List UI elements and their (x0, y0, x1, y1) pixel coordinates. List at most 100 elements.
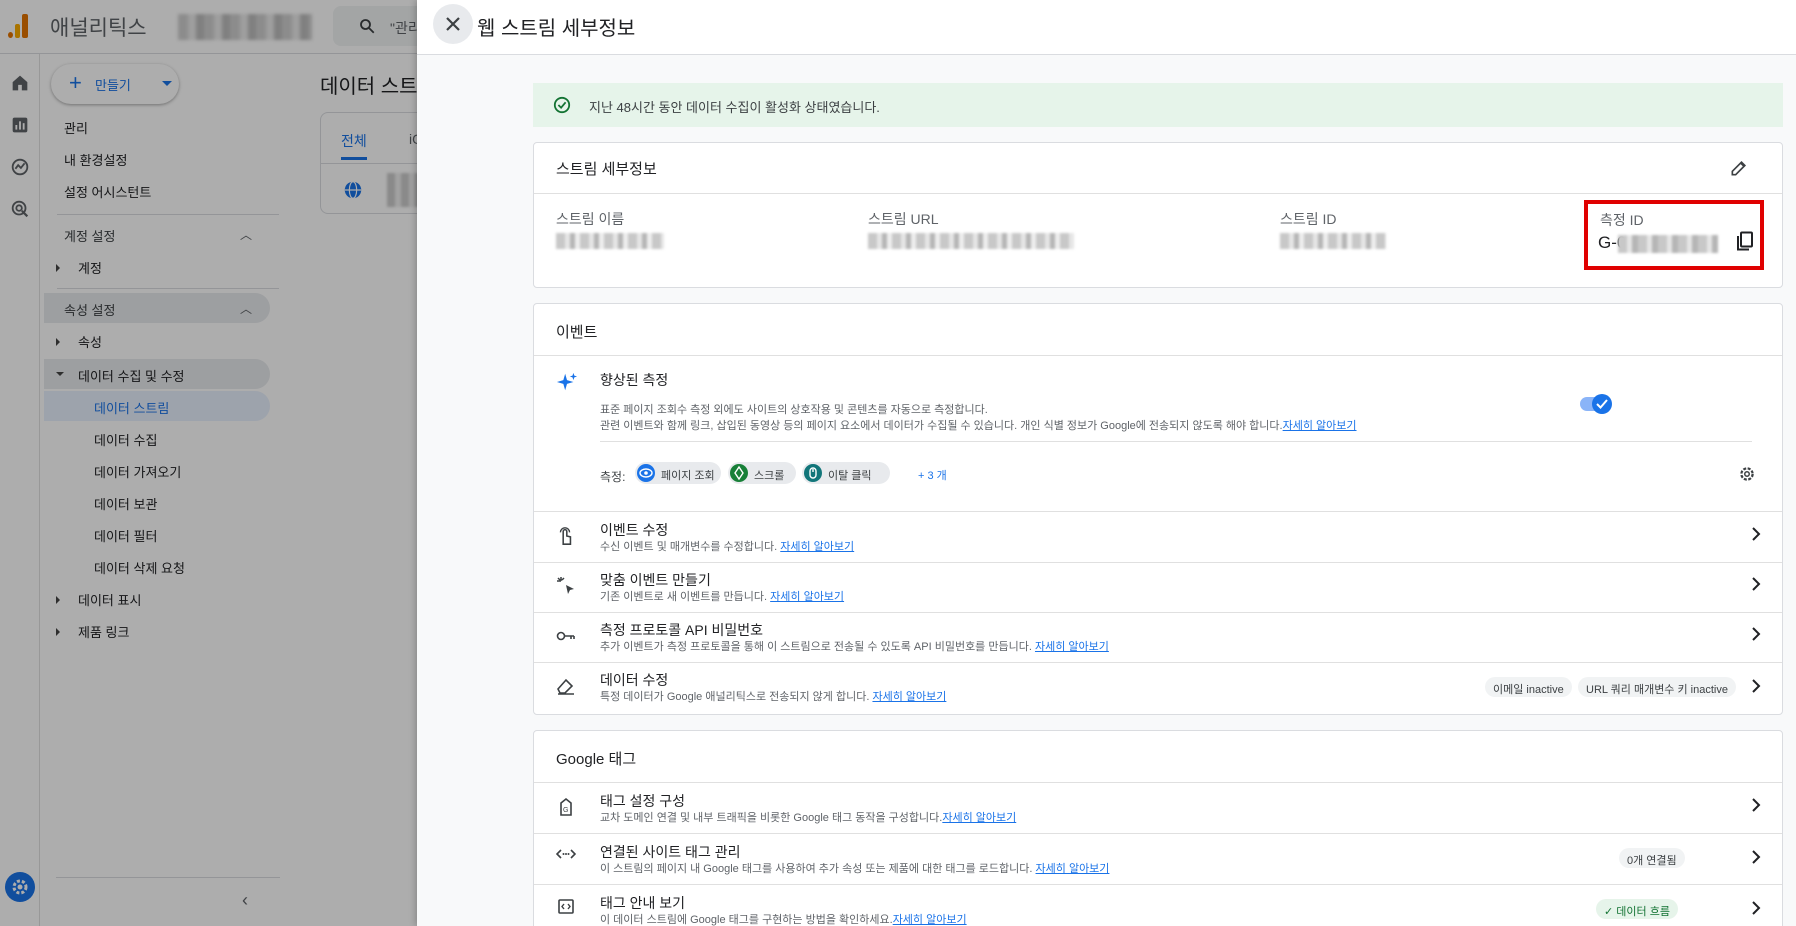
chip-label: 이탈 클릭 (828, 470, 872, 482)
event-row-title[interactable]: 데이터 수정 (600, 670, 668, 690)
divider (534, 662, 1782, 663)
divider (600, 441, 1752, 442)
stream-details-card: 스트림 세부정보 스트림 이름 스트림 URL 스트림 ID 측정 ID G-0 (533, 142, 1783, 288)
sparkle-icon (556, 372, 578, 391)
enhanced-measurement-desc2: 관련 이벤트와 함께 링크, 삽입된 동영상 등의 페이지 요소에서 데이터가 … (600, 417, 1357, 433)
learn-more-link[interactable]: 자세히 알아보기 (1036, 863, 1110, 875)
status-badge: URL 쿼리 매개변수 키 inactive (1578, 677, 1736, 697)
learn-more-link[interactable]: 자세히 알아보기 (872, 691, 946, 703)
copy-icon[interactable] (1736, 231, 1754, 251)
divider (534, 193, 1782, 194)
chip-page-view[interactable]: 페이지 조회 (635, 462, 721, 484)
tag-instructions-icon (558, 899, 574, 914)
event-row-desc: 기존 이벤트로 새 이벤트를 만듭니다. 자세히 알아보기 (600, 588, 844, 604)
measure-label: 측정: (600, 470, 626, 484)
tag-row-desc-text: 이 데이터 스트림에 Google 태그를 구현하는 방법을 확인하세요. (600, 914, 893, 926)
tag-row-desc: 교차 도메인 연결 및 내부 트래픽을 비롯한 Google 태그 동작을 구성… (600, 809, 1016, 825)
chevron-right-icon[interactable] (1750, 798, 1762, 812)
divider (534, 884, 1782, 885)
chip-scroll[interactable]: 스크롤 (728, 462, 796, 484)
tag-row-desc: 이 데이터 스트림에 Google 태그를 구현하는 방법을 확인하세요.자세히… (600, 911, 967, 926)
tag-row-title[interactable]: 태그 설정 구성 (600, 791, 685, 811)
learn-more-link[interactable]: 자세히 알아보기 (942, 812, 1016, 824)
measurement-id-redacted (1618, 235, 1718, 253)
stream-url-label: 스트림 URL (868, 211, 939, 227)
chevron-right-icon[interactable] (1750, 901, 1762, 915)
stream-id-label: 스트림 ID (1280, 211, 1337, 227)
chevron-right-icon[interactable] (1750, 850, 1762, 864)
event-row-title[interactable]: 이벤트 수정 (600, 520, 668, 540)
status-banner: 지난 48시간 동안 데이터 수집이 활성화 상태였습니다. (533, 83, 1783, 127)
divider (534, 782, 1782, 783)
mouse-icon (804, 464, 822, 482)
chevron-right-icon[interactable] (1750, 679, 1762, 693)
google-tag-card: Google 태그 G 태그 설정 구성 교차 도메인 연결 및 내부 트래픽을… (533, 730, 1783, 926)
more-measurements-link[interactable]: + 3 개 (918, 467, 947, 483)
svg-text:G: G (563, 807, 568, 814)
chip-label: 스크롤 (754, 470, 785, 482)
learn-more-link[interactable]: 자세히 알아보기 (780, 541, 854, 553)
tag-settings-icon: G (560, 797, 572, 816)
tag-row-title[interactable]: 연결된 사이트 태그 관리 (600, 842, 740, 862)
divider (534, 355, 1782, 356)
eraser-icon (557, 678, 574, 695)
click-sparkle-icon (557, 577, 574, 594)
chevron-right-icon[interactable] (1750, 577, 1762, 591)
status-banner-text: 지난 48시간 동안 데이터 수집이 활성화 상태였습니다. (589, 100, 880, 115)
chip-label: 페이지 조회 (661, 470, 715, 482)
learn-more-link[interactable]: 자세히 알아보기 (1283, 420, 1357, 432)
event-row-title[interactable]: 측정 프로토콜 API 비밀번호 (600, 620, 763, 640)
event-row-title[interactable]: 맞춤 이벤트 만들기 (600, 570, 711, 590)
google-tag-header: Google 태그 (556, 751, 637, 768)
code-arrows-icon (556, 849, 576, 859)
tag-row-desc-text: 이 스트림의 페이지 내 Google 태그를 사용하여 추가 속성 또는 제품… (600, 863, 1033, 875)
stream-id-redacted (1280, 233, 1386, 249)
drawer-title: 웹 스트림 세부정보 (477, 18, 636, 40)
web-stream-details-drawer: 웹 스트림 세부정보 지난 48시간 동안 데이터 수집이 활성화 상태였습니다… (417, 0, 1796, 926)
drawer-header: 웹 스트림 세부정보 (417, 0, 1796, 55)
eye-icon (637, 464, 655, 482)
event-row-desc-text: 기존 이벤트로 새 이벤트를 만듭니다. (600, 591, 768, 603)
divider (534, 833, 1782, 834)
events-card: 이벤트 향상된 측정 표준 페이지 조회수 측정 외에도 사이트의 상호작용 및… (533, 303, 1783, 715)
status-badge: 이메일 inactive (1485, 677, 1572, 697)
enhanced-measurement-title: 향상된 측정 (600, 372, 669, 388)
check-circle-icon (553, 96, 571, 114)
data-flowing-badge: ✓ 데이터 흐름 (1596, 899, 1678, 919)
events-header: 이벤트 (556, 324, 598, 341)
divider (534, 612, 1782, 613)
check-icon (1596, 399, 1608, 409)
event-row-desc-text: 추가 이벤트가 측정 프로토콜을 통해 이 스트림으로 전송될 수 있도록 AP… (600, 641, 1032, 653)
chevron-right-icon[interactable] (1750, 627, 1762, 641)
touch-icon (559, 527, 572, 545)
tag-row-title[interactable]: 태그 안내 보기 (600, 893, 685, 913)
event-row-desc: 추가 이벤트가 측정 프로토콜을 통해 이 스트림으로 전송될 수 있도록 AP… (600, 638, 1109, 654)
stream-name-label: 스트림 이름 (556, 211, 625, 227)
learn-more-link[interactable]: 자세히 알아보기 (770, 591, 844, 603)
edit-pencil-icon[interactable] (1729, 158, 1749, 178)
divider (534, 511, 1782, 512)
stream-url-redacted (868, 233, 1074, 249)
learn-more-link[interactable]: 자세히 알아보기 (893, 914, 967, 926)
settings-gear-icon[interactable] (1738, 465, 1756, 483)
chevron-right-icon[interactable] (1750, 527, 1762, 541)
stream-details-header: 스트림 세부정보 (556, 161, 657, 178)
event-row-desc-text: 특정 데이터가 Google 애널리틱스로 전송되지 않게 합니다. (600, 691, 870, 703)
learn-more-link[interactable]: 자세히 알아보기 (1035, 641, 1109, 653)
scroll-icon (730, 464, 748, 482)
event-row-desc: 특정 데이터가 Google 애널리틱스로 전송되지 않게 합니다. 자세히 알… (600, 688, 946, 704)
tag-row-desc: 이 스트림의 페이지 내 Google 태그를 사용하여 추가 속성 또는 제품… (600, 860, 1109, 876)
enhanced-measurement-desc1: 표준 페이지 조회수 측정 외에도 사이트의 상호작용 및 콘텐츠를 자동으로 … (600, 404, 988, 416)
measurement-id-label: 측정 ID (1600, 212, 1644, 228)
chip-outbound-click[interactable]: 이탈 클릭 (802, 462, 890, 484)
data-flowing-label: 데이터 흐름 (1616, 906, 1670, 918)
measurement-id-highlight: 측정 ID G-0 (1584, 200, 1764, 270)
event-row-desc-text: 수신 이벤트 및 매개변수를 수정합니다. (600, 541, 778, 553)
enhanced-measurement-desc2-text: 관련 이벤트와 함께 링크, 삽입된 동영상 등의 페이지 요소에서 데이터가 … (600, 420, 1283, 432)
connected-count-badge: 0개 연결됨 (1619, 848, 1685, 868)
close-icon (446, 17, 460, 31)
close-button[interactable] (433, 4, 473, 44)
toggle-knob[interactable] (1592, 394, 1612, 414)
event-row-desc: 수신 이벤트 및 매개변수를 수정합니다. 자세히 알아보기 (600, 538, 854, 554)
stream-name-redacted (556, 233, 664, 249)
